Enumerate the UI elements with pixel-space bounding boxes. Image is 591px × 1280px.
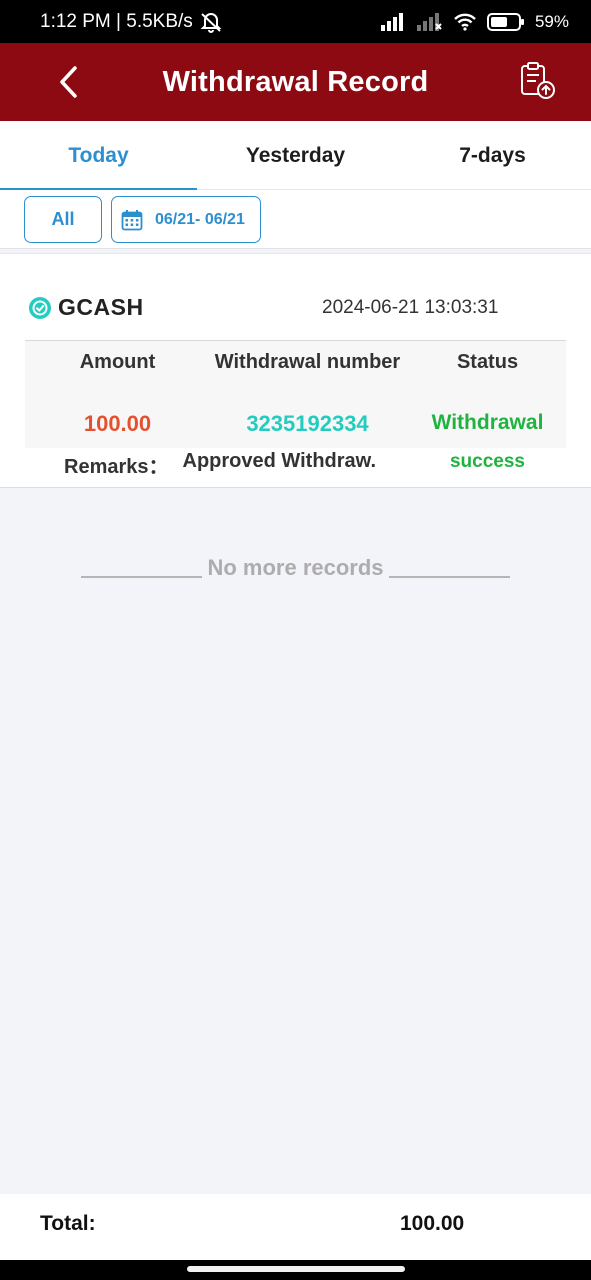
status-value-line2: success [449,451,525,472]
filter-all-label: All [51,209,75,229]
withdrawal-record-card[interactable]: GCASH 2024-06-21 13:03:31 Amount Withdra… [0,253,591,488]
status-bar: 1:12 PM | 5.5KB/s 59% [0,0,591,43]
chevron-left-icon [60,66,77,98]
total-label: Total: [40,1212,96,1235]
page-title: Withdrawal Record [162,65,429,98]
tab-7-days[interactable]: 7-days [394,121,591,190]
record-details-table: Amount Withdrawal number Status 100.00 3… [25,340,566,448]
amount-value: 100.00 [83,411,152,436]
filter-all-button[interactable]: All [24,196,102,243]
total-footer: Total: 100.00 [0,1194,591,1260]
back-button[interactable] [55,65,83,99]
wifi-icon [454,13,476,31]
clipboard-upload-icon [521,62,555,99]
remarks-label: Remarks： [64,456,169,478]
tab-yesterday[interactable]: Yesterday [197,121,394,190]
amount-header: Amount [79,351,156,373]
status-right: 59% [380,11,569,32]
no-more-records: No more records [0,555,591,585]
payment-method: GCASH [28,294,144,321]
date-tabs: Today Yesterday 7-days [0,121,591,191]
total-value: 100.00 [400,1212,465,1235]
signal-icon [380,12,403,31]
tab-today[interactable]: Today [0,121,197,191]
date-range-button[interactable]: 06/21- 06/21 [111,196,261,243]
status-left: 1:12 PM | 5.5KB/s [40,11,223,33]
status-value: Withdrawal [431,411,544,434]
record-upload-button[interactable] [518,61,558,101]
system-nav-bar [0,1260,591,1280]
battery-icon [486,12,524,31]
app-header: Withdrawal Record [0,43,591,121]
battery-percent: 59% [534,11,569,31]
payment-method-name: GCASH [58,294,144,320]
filter-row: All 06/21- 06/21 [0,190,591,249]
status-time-speed: 1:12 PM | 5.5KB/s [40,10,193,32]
divider-right [389,576,510,578]
mute-notification-icon [200,12,222,33]
tab-yesterday-label: Yesterday [245,143,346,167]
tab-7-days-label: 7-days [459,143,526,167]
remarks-value: Approved Withdraw. [182,450,377,472]
remarks-row: Remarks： Approved Withdraw. [64,450,376,479]
date-range-text: 06/21- 06/21 [155,210,245,228]
home-gesture-handle[interactable] [187,1266,405,1272]
record-timestamp: 2024-06-21 13:03:31 [322,297,499,318]
withdrawal-number-header: Withdrawal number [214,351,401,373]
withdrawal-number-value: 3235192334 [246,411,369,436]
withdrawal-record-screen: 1:12 PM | 5.5KB/s 59% Withdrawal Record … [0,0,591,1280]
tab-today-label: Today [68,143,129,167]
status-header: Status [456,351,519,373]
signal-no-sim-icon [416,12,442,31]
gcash-check-icon [29,296,51,319]
calendar-icon [121,209,143,230]
